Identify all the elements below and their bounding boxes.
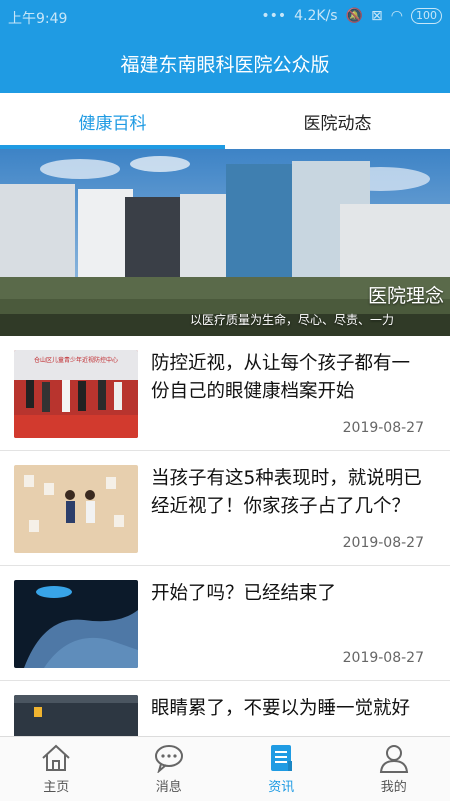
tab-label: 医院动态 <box>304 109 372 134</box>
tab-label: 健康百科 <box>79 109 147 134</box>
nav-label: 我的 <box>381 776 407 795</box>
list-item[interactable]: 开始了吗？已经结束了 2019-08-27 <box>0 566 450 681</box>
nav-profile[interactable]: 我的 <box>338 737 450 801</box>
tab-hospital-news[interactable]: 医院动态 <box>225 93 450 149</box>
article-thumbnail <box>14 465 138 553</box>
status-icons: ••• 4.2K/s 🔕 ⊠ ◠ 100 <box>261 8 442 24</box>
tab-health-encyclopedia[interactable]: 健康百科 <box>0 93 225 149</box>
nav-label: 消息 <box>156 776 182 795</box>
mute-bell-icon: 🔕 <box>346 8 363 24</box>
status-time: 上午9:49 <box>8 8 67 28</box>
list-item[interactable]: 当孩子有这5种表现时，就说明已经近视了！你家孩子占了几个？ 2019-08-27 <box>0 451 450 566</box>
more-dots-icon: ••• <box>261 8 286 24</box>
user-icon <box>378 743 410 773</box>
list-item[interactable]: 眼睛累了，不要以为睡一觉就好 <box>0 681 450 741</box>
article-date: 2019-08-27 <box>343 535 424 551</box>
app-header: 福建东南眼科医院公众版 <box>0 33 450 93</box>
article-title: 防控近视，从让每个孩子都有一份自己的眼健康档案开始 <box>151 350 428 406</box>
nav-home[interactable]: 主页 <box>0 737 113 801</box>
home-icon <box>40 743 72 773</box>
banner-caption: 医院理念 <box>368 281 444 308</box>
battery-icon: 100 <box>411 8 442 24</box>
wifi-icon: ◠ <box>391 8 403 24</box>
nav-label: 资讯 <box>268 776 294 795</box>
list-item[interactable]: 仓山区儿童青少年近视防控中心 防控近视，从让每个孩子都有一份自己的眼健康档案开始… <box>0 336 450 451</box>
article-title: 开始了吗？已经结束了 <box>151 580 428 608</box>
nav-label: 主页 <box>43 776 69 795</box>
nav-messages[interactable]: 消息 <box>113 737 226 801</box>
article-date: 2019-08-27 <box>343 420 424 436</box>
sim-icon: ⊠ <box>371 8 383 24</box>
article-thumbnail <box>14 580 138 668</box>
hero-banner[interactable]: 医院理念 以医疗质量为生命，尽心、尽责、一力 <box>0 149 450 336</box>
document-icon <box>265 743 297 773</box>
article-date: 2019-08-27 <box>343 650 424 666</box>
network-speed: 4.2K/s <box>294 8 337 24</box>
article-thumbnail: 仓山区儿童青少年近视防控中心 <box>14 350 138 438</box>
chat-bubble-icon <box>153 743 185 773</box>
status-bar: 上午9:49 ••• 4.2K/s 🔕 ⊠ ◠ 100 <box>0 0 450 33</box>
page-title: 福建东南眼科医院公众版 <box>120 50 329 77</box>
nav-news[interactable]: 资讯 <box>225 737 338 801</box>
article-thumbnail <box>14 695 138 741</box>
article-title: 眼睛累了，不要以为睡一觉就好 <box>151 695 428 723</box>
article-title: 当孩子有这5种表现时，就说明已经近视了！你家孩子占了几个？ <box>151 465 428 521</box>
tab-bar: 健康百科 医院动态 <box>0 93 450 149</box>
bottom-navigation: 主页 消息 资讯 我的 <box>0 736 450 801</box>
thumbnail-banner-text: 仓山区儿童青少年近视防控中心 <box>34 356 118 364</box>
banner-subcaption: 以医疗质量为生命，尽心、尽责、一力 <box>190 311 394 328</box>
